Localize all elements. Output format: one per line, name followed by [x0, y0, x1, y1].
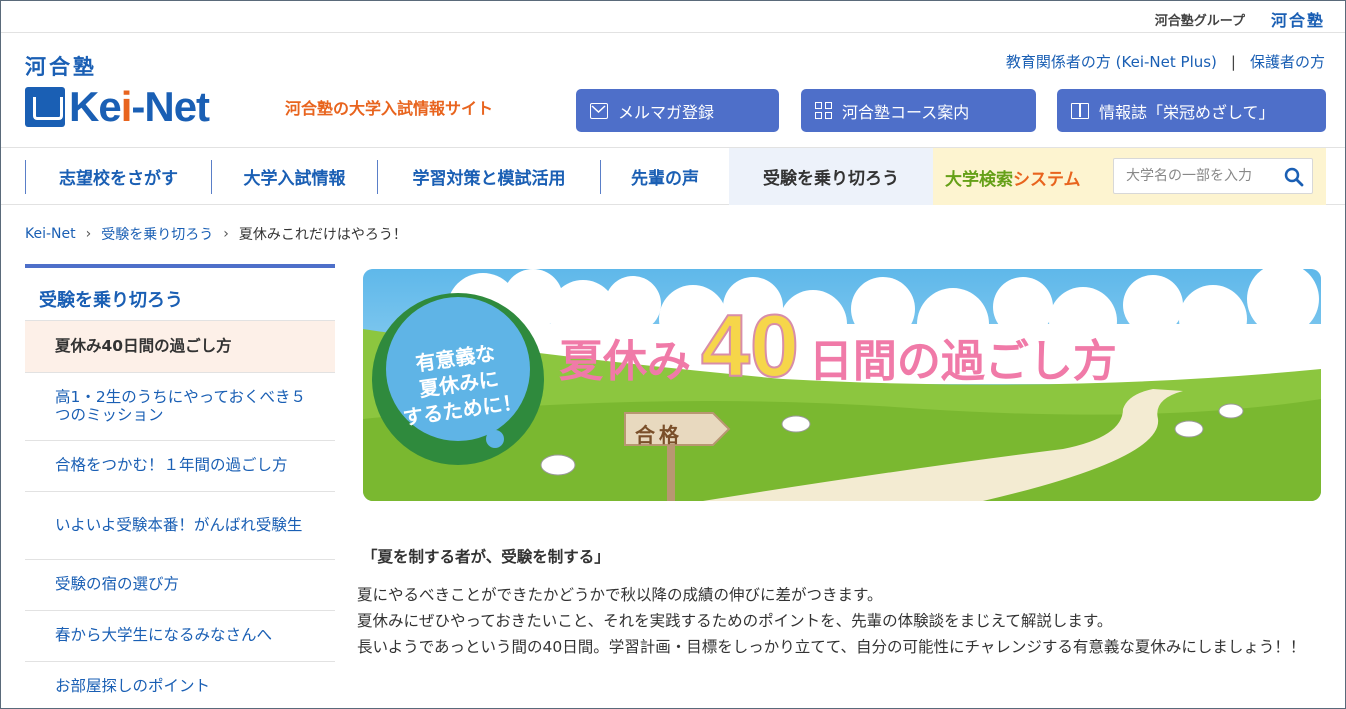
newsletter-label: メルマガ登録	[618, 102, 715, 122]
educators-link[interactable]: 教育関係者の方 (Kei-Net Plus)	[1006, 51, 1217, 72]
breadcrumb-current: 夏休みこれだけはやろう！	[238, 227, 407, 243]
search-system-label: 大学検索システム	[945, 170, 1081, 190]
sidebar-item-summer-40-days[interactable]: 夏休み40日間の過ごし方	[25, 321, 335, 373]
sidebar-title[interactable]: 受験を乗り切ろう	[25, 264, 335, 321]
newsletter-button[interactable]: メルマガ登録	[576, 89, 779, 132]
sidebar-item-new-students[interactable]: 春から大学生になるみなさんへ	[25, 611, 335, 662]
search-box	[1113, 158, 1313, 194]
link-separator: |	[1230, 52, 1236, 71]
nav-item-senior-voices[interactable]: 先輩の声	[601, 148, 729, 205]
group-text: 河合塾グループ	[1154, 14, 1245, 29]
chevron-right-icon: ›	[223, 226, 229, 242]
lead-heading: 「夏を制する者が、受験を制する」	[362, 548, 610, 566]
chevron-right-icon: ›	[85, 226, 92, 242]
nav-item-school-search[interactable]: 志望校をさがす	[26, 148, 211, 205]
intro-paragraph: 夏にやるべきことができたかどうかで秋以降の成績の伸びに差がつきます。	[357, 586, 883, 604]
breadcrumb-home[interactable]: Kei-Net	[25, 226, 76, 242]
summer-banner: 有意義な 夏休みに するために！ 夏休み 40 日間の過ごし方 合格	[363, 269, 1321, 501]
group-logo[interactable]: 河合塾	[1271, 7, 1325, 31]
intro-paragraph: 長いようであっという間の40日間。学習計画・目標をしっかり立てて、自分の可能性に…	[357, 638, 1306, 656]
breadcrumb: Kei-Net › 受験を乗り切ろう › 夏休みこれだけはやろう！	[25, 224, 407, 244]
main-content: 「夏を制する者が、受験を制する」 夏にやるべきことができたかどうかで秋以降の成績…	[357, 545, 1327, 660]
university-search: 大学検索システム	[933, 148, 1326, 205]
site-tagline: 河合塾の大学入試情報サイト	[285, 99, 494, 118]
sidebar-item-lodging[interactable]: 受験の宿の選び方	[25, 560, 335, 611]
intro-paragraph: 夏休みにぜひやっておきたいこと、それを実践するためのポイントを、先輩の体験談をま…	[357, 612, 1113, 630]
page-frame: 河合塾グループ 河合塾 河合塾 Kei-Net 河合塾の大学入試情報サイト 教育…	[0, 0, 1346, 709]
book-icon	[1071, 102, 1089, 119]
magazine-button[interactable]: 情報誌「栄冠めざして」	[1057, 89, 1326, 132]
sign-text: 合格	[635, 423, 683, 447]
nav-item-exam-info[interactable]: 大学入試情報	[212, 148, 377, 205]
logo-text: Kei-Net	[69, 83, 210, 130]
nav-item-get-through[interactable]: 受験を乗り切ろう	[729, 148, 933, 205]
brand-kanji[interactable]: 河合塾	[25, 51, 97, 81]
parents-link[interactable]: 保護者の方	[1250, 51, 1325, 72]
search-input[interactable]	[1114, 159, 1274, 193]
kei-net-logo[interactable]: Kei-Net	[25, 83, 210, 130]
nav-item-study-tips[interactable]: 学習対策と模試活用	[378, 148, 600, 205]
sidebar-item-room-search[interactable]: お部屋探しのポイント	[25, 662, 335, 708]
banner-headline: 夏休み 40 日間の過ごし方	[559, 295, 1117, 396]
header-links: 教育関係者の方 (Kei-Net Plus) | 保護者の方	[1006, 51, 1325, 72]
main-nav: 志望校をさがす 大学入試情報 学習対策と模試活用 先輩の声 受験を乗り切ろう 大…	[1, 147, 1345, 205]
sidebar-item-five-missions[interactable]: 高1・2生のうちにやっておくべき５つのミッション	[25, 373, 335, 441]
grid-icon	[815, 102, 832, 119]
book-logo-icon	[25, 87, 65, 127]
breadcrumb-section[interactable]: 受験を乗り切ろう	[101, 224, 213, 244]
sidebar-item-exam-day[interactable]: いよいよ受験本番！がんばれ受験生	[25, 492, 335, 560]
search-icon[interactable]	[1284, 167, 1304, 187]
sidebar-item-one-year[interactable]: 合格をつかむ！１年間の過ごし方	[25, 441, 335, 492]
sidebar: 受験を乗り切ろう 夏休み40日間の過ごし方 高1・2生のうちにやっておくべき５つ…	[25, 264, 335, 708]
intro-text: 夏にやるべきことができたかどうかで秋以降の成績の伸びに差がつきます。 夏休みにぜ…	[357, 582, 1327, 660]
mail-icon	[590, 102, 608, 119]
magazine-label: 情報誌「栄冠めざして」	[1099, 102, 1275, 122]
course-guide-label: 河合塾コース案内	[842, 102, 970, 122]
group-strip: 河合塾グループ 河合塾	[1, 1, 1345, 33]
course-guide-button[interactable]: 河合塾コース案内	[801, 89, 1036, 132]
